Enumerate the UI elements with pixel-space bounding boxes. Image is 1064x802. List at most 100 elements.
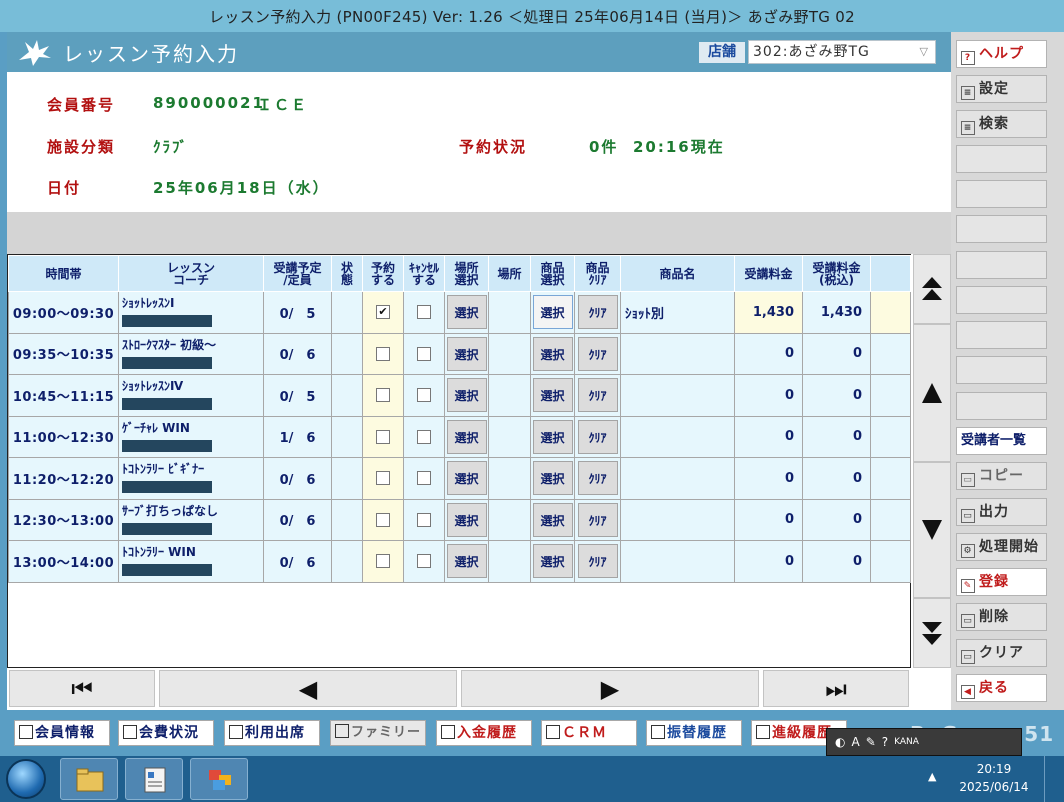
page-nav-bar: ⏮ ◀ ▶ ⏭ xyxy=(7,670,911,708)
table-row[interactable]: 09:35～10:35 ｽﾄﾛｰｸﾏｽﾀｰ 初級～ 0/ 6 選択 選択 ｸﾘｱ 0 0 xyxy=(8,332,911,375)
reserve-checkbox[interactable] xyxy=(376,471,390,486)
scroll-down-button[interactable] xyxy=(913,462,951,598)
product-select-cell: 選択 xyxy=(530,374,575,417)
cancel-checkbox[interactable] xyxy=(417,512,431,527)
taskbar-document[interactable] xyxy=(125,758,183,800)
place-select-button[interactable]: 選択 xyxy=(446,419,487,454)
settings-button[interactable]: ≡ 設定 xyxy=(956,75,1047,103)
payment-history-button[interactable]: 入金履歴 xyxy=(436,720,532,746)
place-select-button[interactable]: 選択 xyxy=(446,336,487,371)
taskbar-app[interactable] xyxy=(190,758,248,800)
product-clear-button[interactable]: ｸﾘｱ xyxy=(577,461,618,496)
reserve-checkbox[interactable] xyxy=(376,429,390,444)
place-select-button[interactable]: 選択 xyxy=(446,544,487,579)
lesson-coach-cell: ｹﾞｰﾁｬﾚ WIN xyxy=(118,415,264,458)
time-slot-cell: 09:00～09:30 xyxy=(8,291,119,334)
ime-language-bar[interactable]: ◐ A ✎ ? KANA xyxy=(826,728,1022,756)
place-select-button[interactable]: 選択 xyxy=(446,502,487,537)
place-select-cell: 選択 xyxy=(444,540,489,583)
table-row[interactable]: 12:30～13:00 ｻｰﾌﾞ打ちっぱなし 0/ 6 選択 選択 ｸﾘｱ 0 0 xyxy=(8,498,911,541)
product-select-button[interactable]: 選択 xyxy=(532,378,573,413)
table-row[interactable]: 11:20～12:20 ﾄｺﾄﾝﾗﾘｰ ﾋﾞｷﾞﾅｰ 0/ 6 選択 選択 ｸﾘｱ 0 0 xyxy=(8,457,911,500)
nav-next-button[interactable]: ▶ xyxy=(461,670,759,707)
status-cell xyxy=(331,540,363,583)
product-clear-cell: ｸﾘｱ xyxy=(574,332,621,375)
page-header: レッスン予約入力 店舗 302:あざみ野TG ▽ xyxy=(7,32,951,72)
member-info-button[interactable]: 会員情報 xyxy=(14,720,110,746)
product-select-button[interactable]: 選択 xyxy=(532,461,573,496)
product-select-cell: 選択 xyxy=(530,498,575,541)
blank-button-4[interactable] xyxy=(956,251,1047,279)
product-select-button[interactable]: 選択 xyxy=(532,502,573,537)
place-select-button[interactable]: 選択 xyxy=(446,378,487,413)
scroll-top-button[interactable] xyxy=(913,254,951,324)
member-name-value: ＩＣＥ xyxy=(257,96,309,114)
reserve-checkbox[interactable] xyxy=(376,388,390,403)
product-select-button[interactable]: 選択 xyxy=(532,295,573,330)
blank-button-5[interactable] xyxy=(956,286,1047,314)
usage-attendance-button[interactable]: 利用出席 xyxy=(224,720,320,746)
product-select-button[interactable]: 選択 xyxy=(532,419,573,454)
product-select-button[interactable]: 選択 xyxy=(532,336,573,371)
product-clear-button[interactable]: ｸﾘｱ xyxy=(577,502,618,537)
copy-button[interactable]: ▭ コピー xyxy=(956,462,1047,490)
cancel-checkbox[interactable] xyxy=(417,429,431,444)
product-clear-button[interactable]: ｸﾘｱ xyxy=(577,419,618,454)
blank-button-1[interactable] xyxy=(956,145,1047,173)
product-clear-button[interactable]: ｸﾘｱ xyxy=(577,378,618,413)
output-button[interactable]: ▭ 出力 xyxy=(956,498,1047,526)
store-select[interactable]: 302:あざみ野TG ▽ xyxy=(748,40,936,64)
crm-button[interactable]: ＣＲＭ xyxy=(541,720,637,746)
start-button[interactable] xyxy=(6,759,46,799)
blank-button-6[interactable] xyxy=(956,321,1047,349)
cancel-checkbox[interactable] xyxy=(417,305,431,320)
cancel-checkbox[interactable] xyxy=(417,554,431,569)
search-button[interactable]: ≡ 検索 xyxy=(956,110,1047,138)
show-desktop-button[interactable] xyxy=(1044,756,1064,802)
reserve-cell xyxy=(362,374,404,417)
cancel-checkbox[interactable] xyxy=(417,388,431,403)
blank-button-3[interactable] xyxy=(956,215,1047,243)
table-row[interactable]: 13:00～14:00 ﾄｺﾄﾝﾗﾘｰ WIN 0/ 6 選択 選択 ｸﾘｱ 0 0 xyxy=(8,540,911,583)
table-row[interactable]: 09:00～09:30 ｼｮｯﾄﾚｯｽﾝⅠ 0/ 5 ✔ 選択 選択 ｸﾘｱ ｼｮｯﾄ別 1,4… xyxy=(8,291,911,334)
reserve-checkbox[interactable] xyxy=(376,512,390,527)
product-clear-button[interactable]: ｸﾘｱ xyxy=(577,544,618,579)
taskbar-explorer[interactable] xyxy=(60,758,118,800)
nav-last-button[interactable]: ⏭ xyxy=(763,670,909,707)
taskbar-clock[interactable]: 20:19 2025/06/14 xyxy=(952,760,1036,796)
fee-status-button[interactable]: 会費状況 xyxy=(118,720,214,746)
clear-button[interactable]: ▭ クリア xyxy=(956,639,1047,667)
reserve-checkbox[interactable] xyxy=(376,554,390,569)
date-label: 日付 xyxy=(47,179,82,197)
table-row[interactable]: 11:00～12:30 ｹﾞｰﾁｬﾚ WIN 1/ 6 選択 選択 ｸﾘｱ 0 0 xyxy=(8,415,911,458)
product-select-button[interactable]: 選択 xyxy=(532,544,573,579)
table-row[interactable]: 10:45～11:15 ｼｮｯﾄﾚｯｽﾝⅣ 0/ 5 選択 選択 ｸﾘｱ 0 0 xyxy=(8,374,911,417)
tray-expand-icon[interactable]: ▲ xyxy=(928,770,936,783)
product-clear-button[interactable]: ｸﾘｱ xyxy=(577,295,618,330)
nav-prev-button[interactable]: ◀ xyxy=(159,670,457,707)
place-select-button[interactable]: 選択 xyxy=(446,295,487,330)
column-header: 場所 選択 xyxy=(444,255,489,292)
nav-first-button[interactable]: ⏮ xyxy=(9,670,155,707)
blank-button-8[interactable] xyxy=(956,392,1047,420)
transfer-history-button[interactable]: 振替履歴 xyxy=(646,720,742,746)
blank-button-7[interactable] xyxy=(956,356,1047,384)
place-select-button[interactable]: 選択 xyxy=(446,461,487,496)
process-start-button[interactable]: ⚙ 処理開始 xyxy=(956,533,1047,561)
reserve-checkbox[interactable]: ✔ xyxy=(376,305,390,320)
scroll-up-button[interactable] xyxy=(913,324,951,462)
scroll-bottom-button[interactable] xyxy=(913,598,951,668)
family-button[interactable]: ファミリー xyxy=(330,720,426,746)
back-button[interactable]: ◀ 戻る xyxy=(956,674,1047,702)
delete-button[interactable]: ▭ 削除 xyxy=(956,603,1047,631)
cancel-checkbox[interactable] xyxy=(417,471,431,486)
cancel-checkbox[interactable] xyxy=(417,346,431,361)
blank-button-2[interactable] xyxy=(956,180,1047,208)
status-cell xyxy=(331,415,363,458)
register-button[interactable]: ✎ 登録 xyxy=(956,568,1047,596)
product-clear-button[interactable]: ｸﾘｱ xyxy=(577,336,618,371)
product-select-cell: 選択 xyxy=(530,332,575,375)
help-button[interactable]: ? ヘルプ xyxy=(956,40,1047,68)
reserve-checkbox[interactable] xyxy=(376,346,390,361)
attendee-list-button[interactable]: 受講者一覧 xyxy=(956,427,1047,455)
